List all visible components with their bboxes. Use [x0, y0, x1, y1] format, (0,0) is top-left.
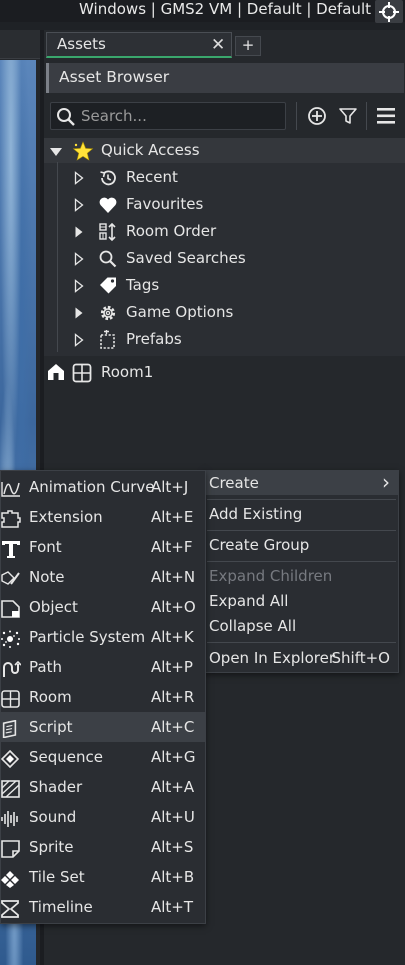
tree-item-label: Recent	[126, 168, 178, 186]
particle-system-icon	[1, 628, 21, 648]
search-icon	[98, 249, 118, 273]
toolbar-separator	[296, 102, 297, 130]
menu-item-object[interactable]: Object Alt+O	[1, 592, 205, 622]
menu-item-add-existing[interactable]: Add Existing	[205, 502, 398, 526]
tree-item-recent[interactable]: Recent	[44, 165, 405, 192]
menu-item-font[interactable]: Font Alt+F	[1, 532, 205, 562]
home-icon	[47, 363, 65, 385]
context-menu: Create › Add Existing Create Group Expan…	[204, 470, 399, 673]
menu-item-animation-curve[interactable]: Animation Curve Alt+J	[1, 472, 205, 502]
tree-item-prefabs[interactable]: Prefabs	[44, 327, 405, 354]
editor-tab-strip	[0, 30, 40, 59]
search-input[interactable]	[81, 105, 281, 127]
font-icon	[1, 538, 21, 558]
add-tab-button[interactable]: +	[235, 36, 261, 56]
tree-item-label: Tags	[126, 276, 160, 294]
collapsed-arrow-icon[interactable]	[74, 252, 84, 270]
prefab-icon	[98, 330, 118, 354]
animation-curve-icon	[1, 478, 21, 497]
menu-item-collapse-all[interactable]: Collapse All	[205, 614, 398, 638]
collapsed-arrow-icon[interactable]	[74, 171, 84, 189]
menu-item-expand-all[interactable]: Expand All	[205, 589, 398, 613]
target-selector[interactable]: Windows | GMS2 VM | Default | Default	[0, 0, 371, 20]
menu-item-extension[interactable]: Extension Alt+E	[1, 502, 205, 532]
collapsed-arrow-icon[interactable]	[74, 225, 84, 243]
menu-item-path[interactable]: Path Alt+P	[1, 652, 205, 682]
sprite-icon	[1, 838, 21, 858]
expanded-arrow-icon[interactable]	[49, 145, 63, 161]
room-icon	[72, 363, 92, 387]
history-icon	[98, 168, 118, 192]
menu-item-sequence[interactable]: Sequence Alt+G	[0, 742, 205, 772]
tag-icon	[98, 276, 118, 300]
extension-icon	[1, 508, 21, 528]
tree-item-room-order[interactable]: Room Order	[44, 219, 405, 246]
shader-icon	[1, 778, 21, 798]
tab-assets-label: Assets	[57, 35, 106, 53]
gear-icon	[98, 303, 118, 327]
menu-item-create[interactable]: Create ›	[205, 471, 398, 495]
search-icon	[56, 107, 76, 131]
tree-item-label: Saved Searches	[126, 249, 246, 267]
close-icon[interactable]: ✕	[211, 35, 225, 55]
collapsed-arrow-icon[interactable]	[74, 333, 84, 351]
object-icon	[1, 598, 21, 618]
sound-icon	[1, 808, 21, 827]
asset-browser-header: Asset Browser	[46, 63, 404, 93]
create-submenu: Animation Curve Alt+J Extension Alt+E Font…	[0, 470, 206, 924]
add-asset-icon[interactable]	[306, 105, 328, 131]
menu-item-script[interactable]: Script Alt+C	[1, 712, 205, 742]
search-box[interactable]	[50, 102, 286, 130]
collapsed-arrow-icon[interactable]	[74, 198, 84, 216]
collapsed-arrow-icon[interactable]	[74, 306, 84, 324]
tree-item-tags[interactable]: Tags	[44, 273, 405, 300]
note-icon	[1, 568, 21, 586]
collapsed-arrow-icon[interactable]	[74, 279, 84, 297]
menu-separator	[207, 499, 396, 500]
tree-item-label: Game Options	[126, 303, 234, 321]
menu-item-expand-children: Expand Children	[209, 567, 333, 585]
quick-access-label: Quick Access	[101, 141, 200, 159]
tree-item-label: Prefabs	[126, 330, 182, 348]
tree-item-label: Favourites	[126, 195, 204, 213]
asset-item-label: Room1	[101, 363, 154, 381]
menu-separator	[207, 530, 396, 531]
tab-assets[interactable]: Assets ✕	[46, 32, 232, 58]
star-icon	[72, 141, 94, 165]
menu-separator	[207, 642, 396, 643]
sequence-icon	[0, 748, 21, 769]
menu-item-create-group[interactable]: Create Group	[205, 533, 398, 557]
toolbar-separator	[366, 102, 367, 130]
script-icon	[1, 718, 21, 739]
tile-set-icon	[1, 868, 21, 888]
menu-separator	[207, 561, 396, 562]
menu-item-note[interactable]: Note Alt+N	[1, 562, 205, 592]
asset-item-room1[interactable]: Room1	[44, 360, 405, 386]
crosshair-icon[interactable]	[375, 0, 403, 23]
chevron-right-icon: ›	[382, 470, 390, 494]
asset-browser-title: Asset Browser	[59, 68, 170, 86]
menu-item-sound[interactable]: Sound Alt+U	[1, 802, 205, 832]
top-bar: Windows | GMS2 VM | Default | Default	[0, 0, 405, 22]
tree-item-label: Room Order	[126, 222, 217, 240]
menu-item-room[interactable]: Room Alt+R	[1, 682, 205, 712]
menu-item-shader[interactable]: Shader Alt+A	[1, 772, 205, 802]
filter-icon[interactable]	[337, 105, 359, 131]
menu-item-timeline[interactable]: Timeline Alt+T	[1, 892, 205, 922]
room-icon	[1, 688, 21, 708]
tree-item-favourites[interactable]: Favourites	[44, 192, 405, 219]
heart-icon	[98, 195, 118, 219]
menu-item-open-in-explorer[interactable]: Open In Explorer Shift+O	[205, 646, 398, 670]
timeline-icon	[1, 898, 21, 918]
room-order-icon	[98, 222, 118, 246]
hamburger-menu-icon[interactable]	[376, 106, 396, 130]
path-icon	[1, 658, 22, 677]
menu-item-particle-system[interactable]: Particle System Alt+K	[1, 622, 205, 652]
tree-item-saved-searches[interactable]: Saved Searches	[44, 246, 405, 273]
tree-item-game-options[interactable]: Game Options	[44, 300, 405, 327]
menu-item-tile-set[interactable]: Tile Set Alt+B	[1, 862, 205, 892]
menu-item-sprite[interactable]: Sprite Alt+S	[1, 832, 205, 862]
tree-item-quick-access[interactable]: Quick Access	[44, 138, 405, 163]
